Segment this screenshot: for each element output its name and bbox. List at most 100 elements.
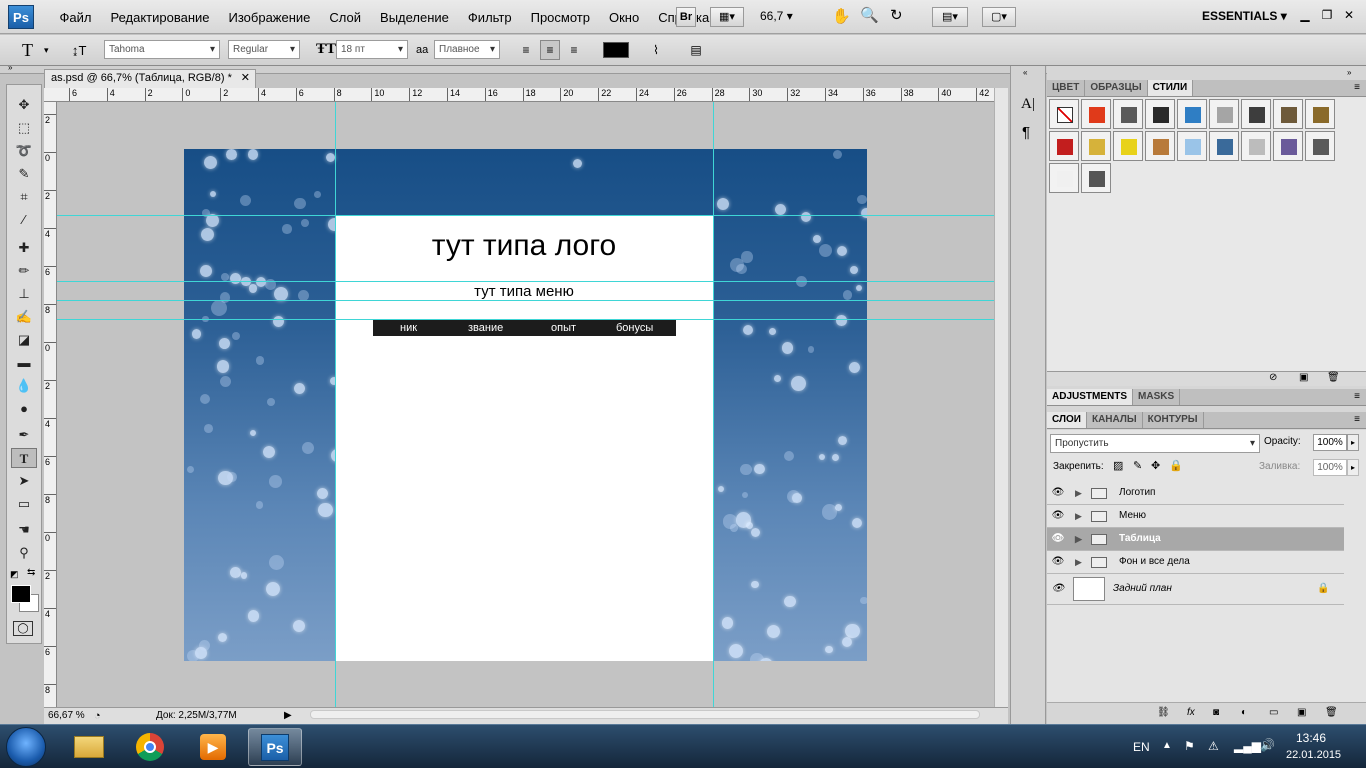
delete-layer-icon[interactable]: 🗑	[1325, 703, 1338, 723]
style-swatch[interactable]	[1113, 99, 1143, 129]
document-workspace[interactable]: тут типа лого тут типа меню ник звание о…	[57, 102, 994, 707]
pen-tool-icon[interactable]: ✒	[11, 425, 37, 445]
new-group-icon[interactable]: ▭	[1269, 703, 1278, 723]
expand-group-icon[interactable]: ▶	[1075, 551, 1082, 573]
eyedropper-tool-icon[interactable]: ⁄	[11, 210, 37, 230]
clock-date[interactable]: 22.01.2015	[1286, 749, 1341, 761]
mini-bridge-icon[interactable]: ▦▾	[710, 7, 744, 27]
arrange-documents-icon[interactable]: ▤▾	[932, 7, 968, 27]
character-panel-icon[interactable]: ▤	[686, 40, 706, 60]
hand-tool-icon[interactable]: ☚	[11, 520, 37, 540]
style-swatch[interactable]	[1305, 131, 1335, 161]
add-mask-icon[interactable]: ◙	[1213, 703, 1219, 723]
foreground-color-swatch[interactable]	[11, 585, 31, 603]
layer-row[interactable]: 👁 Задний план 🔒	[1047, 574, 1344, 605]
guide-vertical[interactable]	[335, 102, 336, 707]
guide-vertical[interactable]	[713, 102, 714, 707]
new-style-icon[interactable]: ▣	[1299, 372, 1308, 383]
expand-group-icon[interactable]: ▶	[1075, 482, 1082, 504]
type-tool-icon[interactable]: T	[11, 448, 37, 468]
layer-row[interactable]: 👁 ▶ Меню	[1047, 505, 1344, 528]
lock-position-icon[interactable]: ✥	[1151, 459, 1160, 472]
layer-row[interactable]: 👁 ▶ Фон и все дела	[1047, 551, 1344, 574]
guide-horizontal[interactable]	[57, 319, 994, 320]
style-swatch[interactable]	[1113, 131, 1143, 161]
panel-menu-icon[interactable]: ≡	[1354, 389, 1360, 405]
style-swatch[interactable]	[1273, 99, 1303, 129]
bridge-button[interactable]: Br	[676, 7, 696, 27]
status-zoom[interactable]: 66,67 %	[48, 708, 85, 724]
align-center-icon[interactable]: ≡	[540, 40, 560, 60]
style-swatch[interactable]	[1241, 131, 1271, 161]
layer-row-selected[interactable]: 👁 ▶ Таблица	[1047, 528, 1344, 551]
clock-time[interactable]: 13:46	[1296, 731, 1326, 745]
fill-input[interactable]: 100%	[1313, 459, 1347, 476]
tab-masks[interactable]: MASKS	[1133, 389, 1181, 405]
menu-layer[interactable]: Слой	[320, 9, 371, 27]
align-right-icon[interactable]: ≡	[564, 40, 584, 60]
tab-styles[interactable]: СТИЛИ	[1147, 80, 1194, 96]
lasso-tool-icon[interactable]: ➰	[11, 141, 37, 161]
tab-channels[interactable]: КАНАЛЫ	[1087, 412, 1143, 428]
tool-preset-dropdown-icon[interactable]: ▾	[44, 45, 49, 56]
document-tab[interactable]: as.psd @ 66,7% (Таблица, RGB/8) * ✕	[44, 69, 256, 88]
vertical-scrollbar[interactable]	[994, 88, 1008, 707]
menu-window[interactable]: Окно	[599, 9, 648, 27]
document-canvas[interactable]: тут типа лого тут типа меню ник звание о…	[184, 149, 867, 661]
delete-style-icon[interactable]: 🗑	[1327, 372, 1340, 383]
style-swatch[interactable]	[1081, 131, 1111, 161]
path-selection-tool-icon[interactable]: ➤	[11, 471, 37, 491]
style-swatch[interactable]	[1273, 131, 1303, 161]
antialias-select[interactable]: Плавное	[434, 40, 500, 59]
hand-tool-icon[interactable]: ✋	[832, 7, 851, 25]
style-swatch[interactable]	[1081, 163, 1111, 193]
gradient-tool-icon[interactable]: ▬	[11, 353, 37, 373]
blur-tool-icon[interactable]: 💧	[11, 376, 37, 396]
clone-stamp-tool-icon[interactable]: ⊥	[11, 284, 37, 304]
fill-slider-arrow-icon[interactable]: ▸	[1347, 459, 1359, 476]
clear-style-icon[interactable]: ⊘	[1269, 372, 1277, 383]
style-swatch[interactable]	[1177, 99, 1207, 129]
crop-tool-icon[interactable]: ⌗	[11, 187, 37, 207]
menu-view[interactable]: Просмотр	[521, 9, 599, 27]
history-brush-tool-icon[interactable]: ✍	[11, 307, 37, 327]
quick-select-tool-icon[interactable]: ✎	[11, 164, 37, 184]
tool-preset-icon[interactable]: T	[22, 40, 33, 61]
action-center-icon[interactable]: ⚑	[1184, 739, 1195, 753]
healing-brush-tool-icon[interactable]: ✚	[11, 238, 37, 258]
rotate-view-icon[interactable]: ↻	[890, 6, 903, 24]
orientation-toggle-icon[interactable]: ↨T	[72, 43, 86, 58]
panel-menu-icon[interactable]: ≡	[1354, 412, 1360, 428]
visibility-eye-icon[interactable]: 👁	[1051, 532, 1065, 546]
move-tool-icon[interactable]: ✥	[11, 95, 37, 115]
style-swatch[interactable]	[1209, 99, 1239, 129]
menu-file[interactable]: Файл	[50, 9, 101, 27]
menu-image[interactable]: Изображение	[219, 9, 320, 27]
style-swatch[interactable]	[1305, 99, 1335, 129]
visibility-eye-icon[interactable]: 👁	[1051, 582, 1065, 596]
expand-panels-icon[interactable]: «	[1023, 68, 1027, 77]
collapse-panels-icon[interactable]: »	[1347, 68, 1351, 77]
blend-mode-select[interactable]: Пропустить	[1050, 434, 1260, 453]
font-size-select[interactable]: 18 пт	[336, 40, 408, 59]
align-left-icon[interactable]: ≡	[516, 40, 536, 60]
guide-horizontal[interactable]	[57, 300, 994, 301]
tab-swatches[interactable]: ОБРАЗЦЫ	[1085, 80, 1148, 96]
opacity-slider-arrow-icon[interactable]: ▸	[1347, 434, 1359, 451]
dodge-tool-icon[interactable]: ●	[11, 399, 37, 419]
warp-text-icon[interactable]: ⌇	[646, 40, 666, 60]
status-info-icon[interactable]: ◔	[94, 708, 101, 724]
layer-row[interactable]: 👁 ▶ Логотип	[1047, 482, 1344, 505]
signal-icon[interactable]: ▂▄▆	[1234, 739, 1261, 753]
style-swatch[interactable]	[1081, 99, 1111, 129]
language-indicator[interactable]: EN	[1133, 740, 1150, 754]
expand-group-icon[interactable]: ▶	[1075, 528, 1082, 550]
zoom-level[interactable]: 66,7 ▾	[760, 9, 793, 23]
swap-colors-icon[interactable]: ⇆	[27, 567, 35, 578]
style-swatch[interactable]	[1145, 99, 1175, 129]
media-player-taskbar-button[interactable]: ▶	[186, 728, 240, 766]
style-swatch[interactable]	[1049, 131, 1079, 161]
zoom-tool-icon[interactable]: ⚲	[11, 543, 37, 563]
opacity-input[interactable]: 100%	[1313, 434, 1347, 451]
style-swatch[interactable]	[1145, 131, 1175, 161]
